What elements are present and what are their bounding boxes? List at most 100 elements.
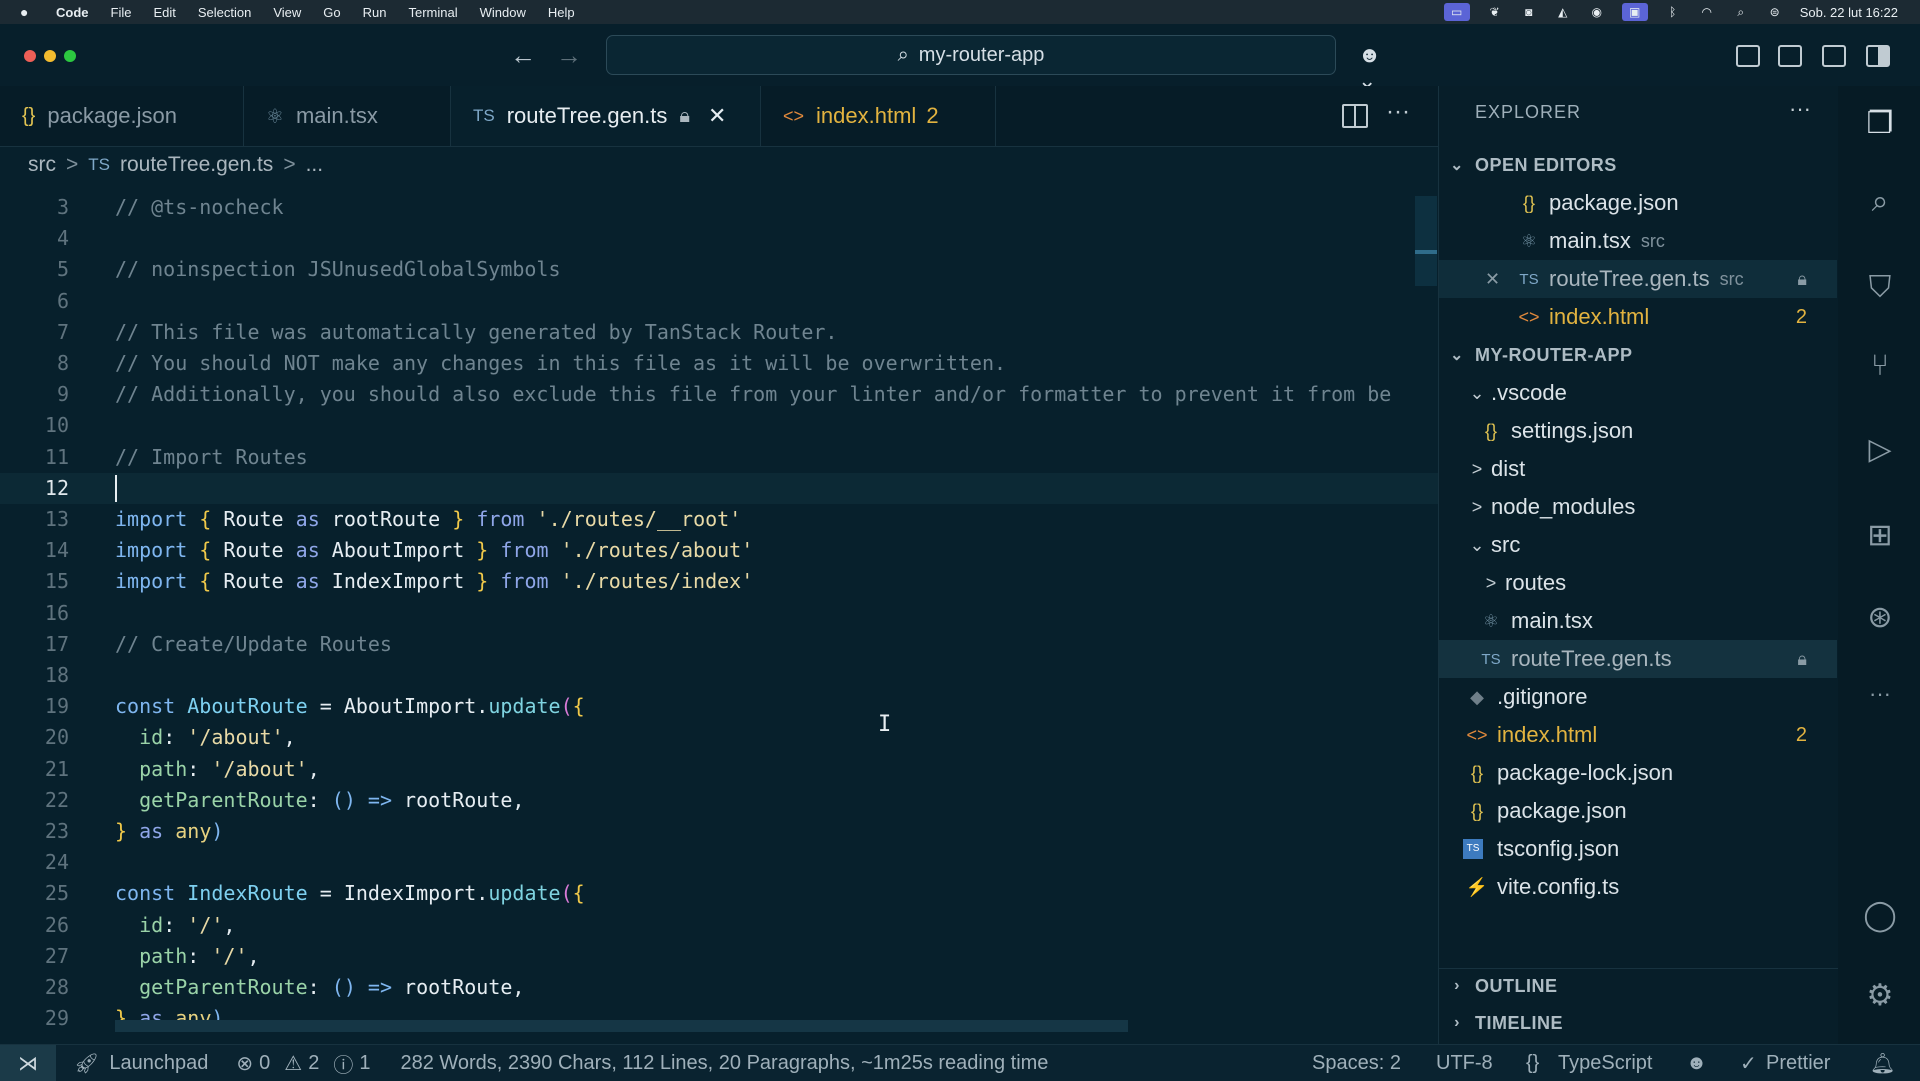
warnings-count[interactable]: 2: [308, 1052, 319, 1075]
customize-layout-icon[interactable]: [1736, 45, 1760, 67]
code-line[interactable]: 15 import { Route as IndexImport } from '…: [0, 566, 1438, 597]
wifi-icon[interactable]: ◠: [1698, 5, 1716, 19]
screen-mirroring-icon[interactable]: ▭: [1443, 3, 1470, 21]
code-line[interactable]: 7 // This file was automatically generate…: [0, 317, 1438, 348]
toggle-panel-icon[interactable]: [1822, 45, 1846, 67]
tree-folder-routes[interactable]: > routes: [1439, 564, 1837, 602]
run-debug-icon[interactable]: ▷: [1862, 432, 1898, 468]
tree-folder-src[interactable]: ⌄ src: [1439, 526, 1837, 564]
bluetooth-icon[interactable]: ᛒ: [1664, 5, 1682, 19]
command-center-search[interactable]: ⌕ my-router-app: [606, 35, 1336, 75]
errors-count[interactable]: 0: [259, 1052, 270, 1075]
breadcrumb-symbol[interactable]: ...: [306, 153, 324, 177]
code-line[interactable]: 23} as any): [0, 816, 1438, 847]
extensions-icon[interactable]: ⊞: [1862, 518, 1898, 554]
tree-folder-vscode[interactable]: ⌄ .vscode: [1439, 374, 1837, 412]
tab-index-html[interactable]: <> index.html 2: [761, 86, 996, 146]
spotlight-search-icon[interactable]: ⌕: [1732, 5, 1750, 19]
editor-vertical-scrollbar[interactable]: [1415, 196, 1437, 286]
accounts-icon[interactable]: ◯: [1862, 898, 1898, 934]
code-line[interactable]: 17 // Create/Update Routes: [0, 629, 1438, 660]
editor-horizontal-scrollbar[interactable]: [115, 1020, 1128, 1032]
copilot-status-icon[interactable]: ☻: [1686, 1045, 1707, 1081]
bell-icon[interactable]: 🔔︎: [1870, 1045, 1895, 1081]
back-arrow-icon[interactable]: ←: [510, 40, 536, 71]
menu-selection[interactable]: Selection: [198, 5, 251, 20]
copilot-icon[interactable]: ☻⌄: [1358, 42, 1384, 93]
tree-folder-node-modules[interactable]: > node_modules: [1439, 488, 1837, 526]
menu-edit[interactable]: Edit: [153, 5, 175, 20]
more-views-icon[interactable]: ···: [1862, 676, 1898, 712]
gear-icon[interactable]: ⚙: [1862, 978, 1898, 1014]
menu-file[interactable]: File: [111, 5, 132, 20]
code-line[interactable]: 22 getParentRoute: () => rootRoute,: [0, 785, 1438, 816]
infos-count[interactable]: 1: [359, 1052, 370, 1075]
code-line[interactable]: 4: [0, 223, 1438, 254]
open-editor-index-html[interactable]: <> index.html 2: [1439, 298, 1837, 336]
indentation-status[interactable]: Spaces: 2: [1312, 1045, 1401, 1081]
code-line[interactable]: 3 // @ts-nocheck: [0, 192, 1438, 223]
tree-file-settings-json[interactable]: {} settings.json: [1439, 412, 1837, 450]
open-editor-routetree-gen-ts[interactable]: ✕ TS routeTree.gen.ts src 🔒︎: [1439, 260, 1837, 298]
tree-file-gitignore[interactable]: ◆ .gitignore: [1439, 678, 1837, 716]
git-graph-icon[interactable]: ⊛: [1862, 600, 1898, 636]
menu-go[interactable]: Go: [323, 5, 340, 20]
code-line[interactable]: 12: [0, 472, 1438, 504]
breadcrumb-file[interactable]: routeTree.gen.ts: [120, 153, 273, 177]
open-editor-package-json[interactable]: {} package.json: [1439, 184, 1837, 222]
explorer-icon[interactable]: ❐: [1862, 106, 1898, 142]
tree-file-package-json[interactable]: {} package.json: [1439, 792, 1837, 830]
explorer-more-icon[interactable]: ···: [1789, 96, 1811, 122]
code-line[interactable]: 19 const AboutRoute = AboutImport.update(…: [0, 691, 1438, 722]
window-icon[interactable]: ▣: [1621, 3, 1648, 21]
copilot-chat-icon[interactable]: ⛉: [1862, 270, 1898, 306]
code-line[interactable]: 9 // Additionally, you should also exclud…: [0, 379, 1438, 410]
code-line[interactable]: 20 id: '/about',: [0, 722, 1438, 753]
code-line[interactable]: 13 import { Route as rootRoute } from './…: [0, 504, 1438, 535]
code-line[interactable]: 21 path: '/about',: [0, 754, 1438, 785]
apple-menu-icon[interactable]: ●: [20, 4, 38, 20]
breadcrumb-folder[interactable]: src: [28, 153, 56, 177]
toggle-primary-sidebar-icon[interactable]: [1778, 45, 1802, 67]
app-status-icon[interactable]: ◭: [1554, 5, 1572, 19]
menu-terminal[interactable]: Terminal: [409, 5, 458, 20]
close-editor-icon[interactable]: ✕: [1485, 269, 1515, 290]
code-line[interactable]: 5 // noinspection JSUnusedGlobalSymbols: [0, 254, 1438, 285]
word-count-status[interactable]: 282 Words, 2390 Chars, 112 Lines, 20 Par…: [400, 1052, 1048, 1075]
code-line[interactable]: 24: [0, 847, 1438, 878]
more-actions-icon[interactable]: ···: [1386, 98, 1410, 126]
prettier-status[interactable]: Prettier: [1766, 1045, 1830, 1081]
encoding-status[interactable]: UTF-8: [1436, 1045, 1493, 1081]
code-line[interactable]: 8 // You should NOT make any changes in t…: [0, 348, 1438, 379]
tree-folder-dist[interactable]: > dist: [1439, 450, 1837, 488]
open-editors-header[interactable]: ⌄ OPEN EDITORS: [1439, 148, 1839, 182]
project-folder-header[interactable]: ⌄ MY-ROUTER-APP: [1439, 338, 1839, 372]
code-editor[interactable]: 3 // @ts-nocheck 4 5 // noinspection JSUnuse…: [0, 192, 1438, 1030]
timeline-header[interactable]: › TIMELINE: [1439, 1006, 1839, 1040]
menu-help[interactable]: Help: [548, 5, 575, 20]
camera-icon[interactable]: ◙: [1520, 5, 1538, 19]
code-line[interactable]: 18: [0, 660, 1438, 691]
code-line[interactable]: 14 import { Route as AboutImport } from '…: [0, 535, 1438, 566]
tree-file-main-tsx[interactable]: ⚛ main.tsx: [1439, 602, 1837, 640]
outline-header[interactable]: › OUTLINE: [1439, 968, 1839, 1003]
split-editor-icon[interactable]: [1342, 104, 1368, 128]
tree-file-package-lock-json[interactable]: {} package-lock.json: [1439, 754, 1837, 792]
tab-main-tsx[interactable]: ⚛ main.tsx: [244, 86, 451, 146]
menu-view[interactable]: View: [273, 5, 301, 20]
tree-file-tsconfig-json[interactable]: TS tsconfig.json: [1439, 830, 1837, 868]
launchpad-status[interactable]: Launchpad: [109, 1052, 208, 1075]
code-line[interactable]: 11 // Import Routes: [0, 442, 1438, 473]
code-line[interactable]: 25 const IndexRoute = IndexImport.update(…: [0, 878, 1438, 909]
tab-routetree-gen-ts[interactable]: TS routeTree.gen.ts 🔒︎ ✕: [451, 86, 761, 146]
zoom-window-button[interactable]: [64, 50, 76, 62]
search-icon[interactable]: ⌕: [1862, 184, 1898, 220]
tree-file-index-html[interactable]: <> index.html 2: [1439, 716, 1837, 754]
toggle-secondary-sidebar-icon[interactable]: [1866, 45, 1890, 67]
code-line[interactable]: 16: [0, 598, 1438, 629]
code-line[interactable]: 28 getParentRoute: () => rootRoute,: [0, 972, 1438, 1003]
source-control-icon[interactable]: ⑂: [1862, 348, 1898, 384]
language-mode-status[interactable]: TypeScript: [1558, 1045, 1652, 1081]
forward-arrow-icon[interactable]: →: [556, 40, 582, 71]
tree-file-routetree-gen-ts[interactable]: TS routeTree.gen.ts 🔒︎: [1439, 640, 1837, 678]
